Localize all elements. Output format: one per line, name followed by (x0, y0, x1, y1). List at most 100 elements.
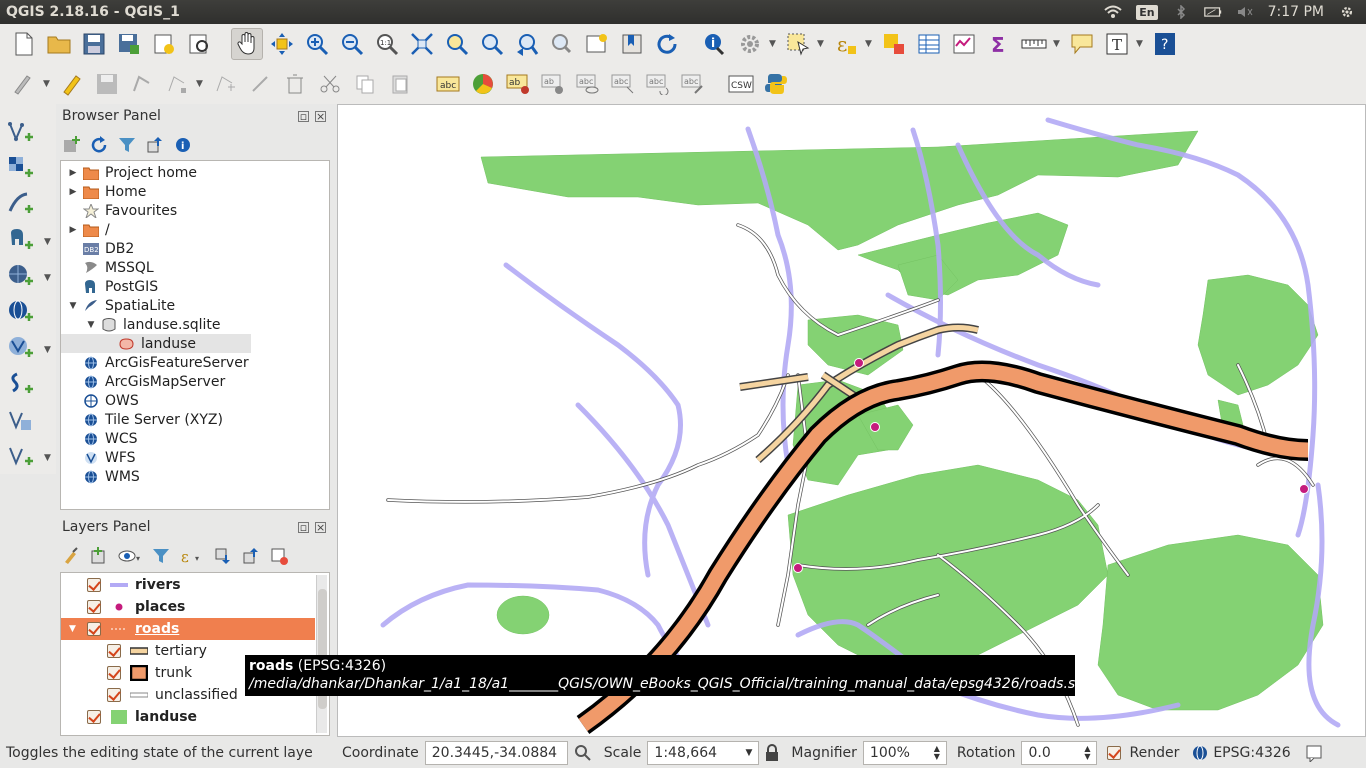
new-print-composer-button[interactable] (148, 28, 180, 60)
expand-all-icon[interactable] (214, 547, 232, 565)
browser-item-wcs[interactable]: WCS (61, 429, 138, 448)
volume-icon[interactable] (1236, 5, 1254, 19)
add-vector-layer-button[interactable] (4, 116, 36, 148)
new-shapefile-layer-button[interactable] (4, 404, 36, 436)
add-delimited-text-button[interactable] (4, 188, 36, 220)
paste-features-button[interactable] (384, 68, 416, 100)
pin-unpin-labels-button[interactable]: ab (537, 68, 569, 100)
save-project-button[interactable] (78, 28, 110, 60)
open-attribute-table-button[interactable] (913, 28, 945, 60)
add-postgis-layer-button[interactable] (4, 224, 36, 256)
toggle-extents-icon[interactable] (574, 744, 592, 762)
select-features-button[interactable] (782, 28, 814, 60)
collapsed-arrow-icon[interactable]: ▶ (67, 168, 79, 178)
map-canvas[interactable] (337, 104, 1366, 737)
select-by-expression-button[interactable]: ε (830, 28, 862, 60)
layer-visibility-checkbox[interactable] (87, 622, 101, 636)
layers-panel-float-button[interactable]: ▫ (298, 522, 309, 533)
expanded-arrow-icon[interactable]: ▼ (85, 320, 97, 330)
statistical-summary-button[interactable]: Σ (983, 28, 1015, 60)
highlight-pinned-labels-button[interactable]: ab (502, 68, 534, 100)
browser-item-wms[interactable]: WMS (61, 467, 140, 486)
filter-legend-icon[interactable] (152, 547, 170, 565)
chevron-down-icon[interactable]: ▼ (1136, 39, 1146, 49)
browser-item-spatialite[interactable]: ▼ SpatiaLite (61, 296, 176, 315)
browser-item-wfs[interactable]: WFS (61, 448, 136, 467)
browser-item-root[interactable]: ▶ / (61, 220, 110, 239)
layer-labeling-options-button[interactable]: abc (432, 68, 464, 100)
browser-item-db2[interactable]: DB2 DB2 (61, 239, 134, 258)
node-tool-button[interactable] (244, 68, 276, 100)
show-hide-labels-button[interactable]: abc (572, 68, 604, 100)
browser-panel-close-button[interactable]: × (315, 111, 326, 122)
crs-status[interactable]: EPSG:4326 (1213, 745, 1290, 761)
add-wms-layer-button[interactable] (4, 296, 36, 328)
toggle-editing-button[interactable] (56, 68, 88, 100)
add-feature-button[interactable] (126, 68, 158, 100)
browser-item-landuse-sqlite[interactable]: ▼ landuse.sqlite (61, 315, 221, 334)
layers-panel-close-button[interactable]: × (315, 522, 326, 533)
new-bookmark-button[interactable] (616, 28, 648, 60)
cut-features-button[interactable] (314, 68, 346, 100)
filter-icon[interactable] (118, 136, 136, 154)
layer-row-landuse[interactable]: landuse (61, 706, 315, 728)
layer-diagram-options-button[interactable] (467, 68, 499, 100)
vertex-tool-button[interactable] (161, 68, 193, 100)
render-checkbox[interactable] (1107, 745, 1122, 760)
magnifier-spinbox[interactable]: 100% ▲ ▼ (862, 740, 947, 765)
layer-row-places[interactable]: places (61, 596, 315, 618)
add-virtual-layer-button[interactable] (4, 368, 36, 400)
map-tips-button[interactable] (1066, 28, 1098, 60)
zoom-full-button[interactable] (406, 28, 438, 60)
chevron-down-icon[interactable]: ▼ (44, 345, 54, 355)
chevron-down-icon[interactable]: ▼ (1053, 39, 1063, 49)
layer-visibility-checkbox[interactable] (87, 578, 101, 592)
zoom-to-selection-button[interactable] (441, 28, 473, 60)
browser-item-project-home[interactable]: ▶ Project home (61, 163, 198, 182)
crs-globe-icon[interactable] (1191, 744, 1209, 762)
browser-item-mssql[interactable]: MSSQL (61, 258, 154, 277)
add-raster-layer-button[interactable] (4, 152, 36, 184)
open-project-button[interactable] (43, 28, 75, 60)
copy-features-button[interactable] (349, 68, 381, 100)
rotation-spinbox[interactable]: 0.0 ▲ ▼ (1021, 740, 1098, 765)
python-console-button[interactable] (760, 68, 792, 100)
browser-item-tile-server-xyz[interactable]: Tile Server (XYZ) (61, 410, 223, 429)
move-label-button[interactable]: abc (607, 68, 639, 100)
browser-item-favourites[interactable]: Favourites (61, 201, 177, 220)
layer-visibility-checkbox[interactable] (107, 688, 121, 702)
zoom-in-button[interactable] (301, 28, 333, 60)
layer-visibility-checkbox[interactable] (107, 644, 121, 658)
lock-icon[interactable] (765, 743, 779, 762)
chevron-down-icon[interactable]: ▼ (769, 39, 779, 49)
wifi-icon[interactable] (1104, 5, 1122, 19)
run-feature-action-button[interactable] (734, 28, 766, 60)
settings-gear-icon[interactable] (1338, 5, 1356, 19)
chevron-down-icon[interactable]: ▼ (43, 79, 53, 89)
browser-item-home[interactable]: ▶ Home (61, 182, 147, 201)
identify-features-button[interactable]: i (699, 28, 731, 60)
layers-scrollbar[interactable] (316, 575, 327, 733)
browser-item-landuse[interactable]: landuse (61, 334, 251, 353)
new-map-view-button[interactable] (581, 28, 613, 60)
chevron-down-icon[interactable]: ▼ (817, 39, 827, 49)
chevron-down-icon[interactable]: ▼ (44, 237, 54, 247)
browser-item-arcgisfeatureserver[interactable]: ArcGisFeatureServer (61, 353, 249, 372)
composer-manager-button[interactable] (183, 28, 215, 60)
battery-icon[interactable] (1203, 5, 1222, 19)
rotate-label-button[interactable]: abc (642, 68, 674, 100)
layer-visibility-checkbox[interactable] (107, 666, 121, 680)
keyboard-indicator[interactable]: En (1136, 4, 1158, 20)
pan-to-selection-button[interactable] (266, 28, 298, 60)
layer-visibility-checkbox[interactable] (87, 600, 101, 614)
new-project-button[interactable] (8, 28, 40, 60)
add-selected-layers-icon[interactable] (62, 136, 80, 154)
pan-map-button[interactable] (231, 28, 263, 60)
field-calculator-button[interactable] (948, 28, 980, 60)
scale-combobox[interactable]: 1:48,664 ▼ (647, 740, 760, 765)
chevron-down-icon[interactable]: ▼ (44, 453, 54, 463)
zoom-last-button[interactable] (511, 28, 543, 60)
save-as-button[interactable] (113, 28, 145, 60)
remove-layer-icon[interactable] (270, 547, 288, 565)
save-layer-edits-button[interactable] (91, 68, 123, 100)
